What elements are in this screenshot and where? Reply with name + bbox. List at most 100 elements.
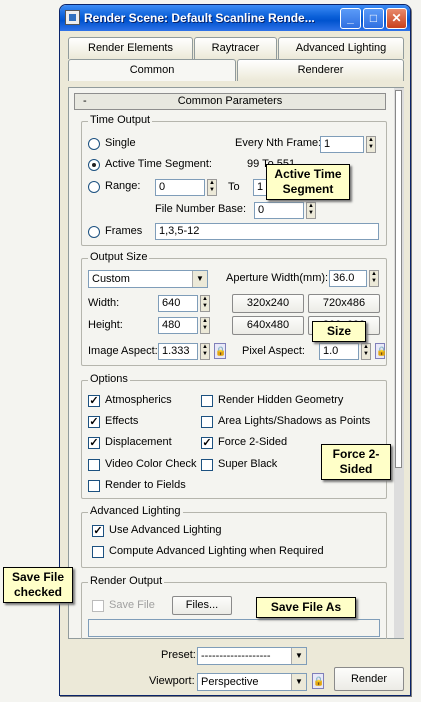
width-field[interactable]: 640: [158, 295, 198, 312]
common-panel: - Common Parameters Time Output Single E…: [68, 87, 404, 642]
image-aspect-field[interactable]: 1.333: [158, 343, 198, 360]
displacement-label: Displacement: [105, 436, 172, 448]
height-label: Height:: [88, 319, 123, 331]
height-field[interactable]: 480: [158, 317, 198, 334]
lock-icon[interactable]: 🔒: [375, 343, 387, 359]
aperture-width-label: Aperture Width(mm):: [226, 272, 329, 284]
viewport-value: Perspective: [201, 676, 259, 688]
preset-value: -------------------: [201, 650, 271, 662]
aperture-width-spinner[interactable]: ▲ ▼: [369, 270, 379, 287]
callout-active-time-segment: Active Time Segment: [266, 164, 350, 200]
every-nth-field[interactable]: 1: [320, 136, 364, 153]
force-2sided-checkbox[interactable]: ✓: [201, 437, 213, 449]
scrollbar-thumb[interactable]: [395, 90, 402, 468]
save-file-checkbox[interactable]: [92, 600, 104, 612]
compute-advanced-lighting-checkbox[interactable]: [92, 546, 104, 558]
window-title: Render Scene: Default Scanline Rende...: [84, 11, 315, 25]
single-label: Single: [105, 137, 136, 149]
render-to-fields-label: Render to Fields: [105, 479, 186, 491]
preset-label: Preset:: [161, 649, 196, 661]
viewport-dropdown[interactable]: Perspective ▼: [197, 673, 307, 691]
callout-save-file-checked: Save File checked: [3, 567, 73, 603]
close-button[interactable]: ✕: [386, 8, 407, 29]
video-color-check-checkbox[interactable]: [88, 459, 100, 471]
chevron-down-icon: ▼: [291, 674, 306, 690]
viewport-label: Viewport:: [149, 675, 195, 687]
preset-720x486-button[interactable]: 720x486: [308, 294, 380, 313]
use-advanced-lighting-checkbox[interactable]: ✓: [92, 525, 104, 537]
file-number-base-spinner[interactable]: ▲ ▼: [306, 202, 316, 219]
area-lights-label: Area Lights/Shadows as Points: [218, 415, 371, 427]
preset-dropdown[interactable]: ------------------- ▼: [197, 647, 307, 665]
height-spinner[interactable]: ▲ ▼: [200, 317, 210, 334]
render-button[interactable]: Render: [334, 667, 404, 691]
frames-label: Frames: [105, 225, 143, 237]
active-time-segment-radio[interactable]: [88, 159, 100, 171]
single-radio[interactable]: [88, 138, 100, 150]
width-spinner[interactable]: ▲ ▼: [200, 295, 210, 312]
advanced-lighting-group: Advanced Lighting ✓ Use Advanced Lightin…: [81, 505, 387, 568]
title-bar[interactable]: Render Scene: Default Scanline Rende... …: [60, 5, 410, 31]
maximize-button[interactable]: □: [363, 8, 384, 29]
tab-advanced-lighting[interactable]: Advanced Lighting: [278, 37, 404, 59]
video-color-check-label: Video Color Check: [105, 458, 197, 470]
output-size-preset-dropdown[interactable]: Custom ▼: [88, 270, 208, 288]
range-label: Range:: [105, 180, 141, 192]
area-lights-checkbox[interactable]: [201, 416, 213, 428]
tab-common[interactable]: Common: [68, 59, 236, 81]
lock-icon[interactable]: 🔒: [312, 673, 324, 689]
output-file-path-field[interactable]: [88, 619, 380, 637]
file-number-base-label: File Number Base:: [155, 203, 247, 215]
file-number-base-field[interactable]: 0: [254, 202, 304, 219]
render-hidden-label: Render Hidden Geometry: [218, 394, 344, 406]
common-parameters-rollout[interactable]: - Common Parameters: [74, 93, 386, 110]
image-aspect-label: Image Aspect:: [88, 345, 158, 357]
effects-checkbox[interactable]: ✓: [88, 416, 100, 428]
files-button[interactable]: Files...: [172, 596, 232, 615]
atmospherics-checkbox[interactable]: ✓: [88, 395, 100, 407]
range-from-spinner[interactable]: ▲ ▼: [207, 179, 217, 196]
minimize-button[interactable]: _: [340, 8, 361, 29]
options-group: Options ✓ Atmospherics Render Hidden Geo…: [81, 373, 387, 499]
chevron-down-icon: ▼: [291, 648, 306, 664]
pixel-aspect-field[interactable]: 1.0: [319, 343, 359, 360]
time-output-label: Time Output: [88, 114, 153, 126]
displacement-checkbox[interactable]: ✓: [88, 437, 100, 449]
compute-advanced-lighting-label: Compute Advanced Lighting when Required: [109, 545, 324, 557]
range-from-field[interactable]: 0: [155, 179, 205, 196]
image-aspect-spinner[interactable]: ▲ ▼: [200, 343, 210, 360]
width-label: Width:: [88, 297, 120, 309]
tab-raytracer[interactable]: Raytracer: [194, 37, 277, 59]
callout-save-file-as: Save File As: [256, 597, 356, 618]
tab-render-elements[interactable]: Render Elements: [68, 37, 193, 59]
output-size-group: Output Size Custom ▼ Aperture Width(mm):…: [81, 251, 387, 366]
force-2sided-label: Force 2-Sided: [218, 436, 288, 448]
aperture-width-field[interactable]: 36.0: [329, 270, 367, 287]
pixel-aspect-label: Pixel Aspect:: [242, 345, 305, 357]
lock-icon[interactable]: 🔒: [214, 343, 226, 359]
preset-640x480-button[interactable]: 640x480: [232, 316, 304, 335]
super-black-label: Super Black: [218, 458, 278, 470]
chevron-down-icon: ▼: [192, 271, 207, 287]
callout-size: Size: [312, 321, 366, 342]
frames-radio[interactable]: [88, 226, 100, 238]
render-hidden-checkbox[interactable]: [201, 395, 213, 407]
render-scene-window: Render Scene: Default Scanline Rende... …: [59, 4, 411, 696]
advanced-lighting-label: Advanced Lighting: [88, 505, 183, 517]
render-to-fields-checkbox[interactable]: [88, 480, 100, 492]
rollout-title: Common Parameters: [177, 95, 283, 107]
preset-320x240-button[interactable]: 320x240: [232, 294, 304, 313]
every-nth-spinner[interactable]: ▲ ▼: [366, 136, 376, 153]
super-black-checkbox[interactable]: [201, 459, 213, 471]
use-advanced-lighting-label: Use Advanced Lighting: [109, 524, 222, 536]
output-size-label: Output Size: [88, 251, 150, 263]
pixel-aspect-spinner[interactable]: ▲ ▼: [361, 343, 371, 360]
save-file-label: Save File: [109, 599, 155, 611]
frames-field[interactable]: 1,3,5-12: [155, 223, 379, 240]
output-size-preset-value: Custom: [92, 273, 130, 285]
rollout-toggle[interactable]: -: [83, 94, 87, 109]
range-to-label: To: [228, 181, 240, 193]
panel-scrollbar[interactable]: [394, 88, 404, 638]
range-radio[interactable]: [88, 181, 100, 193]
tab-renderer[interactable]: Renderer: [237, 59, 404, 81]
